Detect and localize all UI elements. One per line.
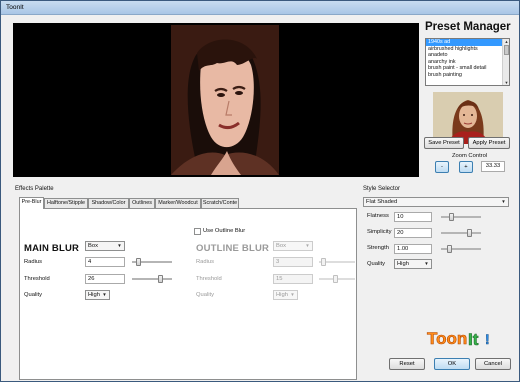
tab-shadow-color[interactable]: Shadow/Color <box>88 198 129 208</box>
style-quality-value: High <box>397 261 409 267</box>
outline-threshold-slider[interactable] <box>319 275 355 283</box>
outline-threshold-input[interactable]: 15 <box>273 274 313 284</box>
main-radius-input[interactable]: 4 <box>85 257 125 267</box>
outline-blur-type-value: Box <box>276 243 286 249</box>
use-outline-blur-checkbox[interactable] <box>194 228 201 235</box>
svg-text:!: ! <box>485 331 490 347</box>
tab-scratch-conte[interactable]: Scratch/Conte <box>201 198 239 208</box>
title-bar[interactable]: ToonIt <box>1 1 519 15</box>
simplicity-input[interactable]: 20 <box>394 228 432 238</box>
tab-marker-woodcut[interactable]: Marker/Woodcut <box>155 198 201 208</box>
preset-item[interactable]: anadeto <box>426 52 504 59</box>
main-blur-heading: MAIN BLUR <box>24 243 80 254</box>
slider-knob[interactable] <box>447 245 452 253</box>
chevron-down-icon: ▼ <box>305 243 310 248</box>
preset-item[interactable]: brush paint - small detail <box>426 65 504 72</box>
outline-quality-value: High <box>276 292 288 298</box>
tab-halftone-stipple[interactable]: Halftone/Stipple <box>44 198 88 208</box>
style-select[interactable]: Flat Shaded ▼ <box>363 197 509 207</box>
outline-blur-heading: OUTLINE BLUR <box>196 243 270 254</box>
strength-slider[interactable] <box>441 245 481 253</box>
strength-input[interactable]: 1.00 <box>394 244 432 254</box>
preset-item[interactable]: 1940s ad <box>426 39 504 46</box>
main-threshold-input[interactable]: 26 <box>85 274 125 284</box>
svg-text:Toon: Toon <box>427 329 467 348</box>
tab-pre-blur[interactable]: Pre-Blur <box>19 197 44 209</box>
tab-outlines[interactable]: Outlines <box>129 198 155 208</box>
save-preset-button[interactable]: Save Preset <box>424 137 464 149</box>
flatness-input[interactable]: 10 <box>394 212 432 222</box>
flatness-slider[interactable] <box>441 213 481 221</box>
client-area: Preset Manager 1940s ad airbrushed highl… <box>5 16 515 380</box>
outline-threshold-label: Threshold <box>196 276 222 282</box>
scroll-down-icon[interactable]: ▼ <box>504 80 509 85</box>
outline-blur-type-select[interactable]: Box ▼ <box>273 241 313 251</box>
style-selector-label: Style Selector <box>363 186 401 192</box>
main-threshold-label: Threshold <box>24 276 50 282</box>
outline-radius-label: Radius <box>196 259 215 265</box>
slider-knob[interactable] <box>467 229 472 237</box>
main-radius-label: Radius <box>24 259 43 265</box>
effects-palette-label: Effects Palette <box>15 186 54 192</box>
preset-item[interactable]: airbrushed highlights <box>426 46 504 53</box>
preset-list[interactable]: 1940s ad airbrushed highlights anadeto a… <box>425 38 510 86</box>
outline-radius-slider[interactable] <box>319 258 355 266</box>
strength-label: Strength <box>367 245 389 251</box>
preview-canvas[interactable] <box>13 23 419 177</box>
main-quality-label: Quality <box>24 292 43 298</box>
chevron-down-icon: ▼ <box>290 292 295 297</box>
preview-photo <box>171 25 279 175</box>
flatness-label: Flatness <box>367 213 389 219</box>
outline-radius-input[interactable]: 3 <box>273 257 313 267</box>
style-quality-label: Quality <box>367 261 386 267</box>
preset-item[interactable]: brush painting <box>426 72 504 79</box>
scrollbar-thumb[interactable] <box>504 45 509 55</box>
preset-list-scrollbar[interactable]: ▲ ▼ <box>502 39 509 85</box>
preset-item[interactable]: anarchy ink <box>426 59 504 66</box>
scroll-up-icon[interactable]: ▲ <box>504 39 509 44</box>
style-quality-select[interactable]: High ▼ <box>394 259 432 269</box>
use-outline-blur-label: Use Outline Blur <box>203 228 246 234</box>
pre-blur-panel: Use Outline Blur MAIN BLUR Box ▼ Radius … <box>19 208 357 380</box>
main-threshold-slider[interactable] <box>132 275 172 283</box>
zoom-in-button[interactable]: + <box>459 161 473 173</box>
simplicity-label: Simplicity <box>367 229 392 235</box>
main-blur-type-value: Box <box>88 243 98 249</box>
cancel-button[interactable]: Cancel <box>475 358 511 370</box>
toonit-logo: Toon It ! <box>413 324 503 350</box>
slider-knob[interactable] <box>333 275 338 283</box>
app-window: ToonIt Preset Manager 1940s ad airbrushe… <box>0 0 520 382</box>
slider-knob[interactable] <box>321 258 326 266</box>
preset-manager-title: Preset Manager <box>425 21 511 33</box>
outline-quality-label: Quality <box>196 292 215 298</box>
slider-knob[interactable] <box>449 213 454 221</box>
outline-quality-select[interactable]: High ▼ <box>273 290 298 300</box>
main-blur-type-select[interactable]: Box ▼ <box>85 241 125 251</box>
style-select-value: Flat Shaded <box>366 199 398 205</box>
window-title: ToonIt <box>6 4 24 11</box>
chevron-down-icon: ▼ <box>117 243 122 248</box>
slider-knob[interactable] <box>136 258 141 266</box>
simplicity-slider[interactable] <box>441 229 481 237</box>
reset-button[interactable]: Reset <box>389 358 425 370</box>
ok-button[interactable]: OK <box>434 358 470 370</box>
svg-text:It: It <box>468 330 479 349</box>
slider-knob[interactable] <box>158 275 163 283</box>
chevron-down-icon: ▼ <box>102 292 107 297</box>
apply-preset-button[interactable]: Apply Preset <box>468 137 510 149</box>
zoom-control-label: Zoom Control <box>452 153 488 159</box>
main-radius-slider[interactable] <box>132 258 172 266</box>
zoom-value[interactable]: 33.33 <box>481 161 505 172</box>
main-quality-value: High <box>88 292 100 298</box>
chevron-down-icon: ▼ <box>501 199 506 204</box>
main-quality-select[interactable]: High ▼ <box>85 290 110 300</box>
chevron-down-icon: ▼ <box>424 261 429 266</box>
zoom-out-button[interactable]: - <box>435 161 449 173</box>
